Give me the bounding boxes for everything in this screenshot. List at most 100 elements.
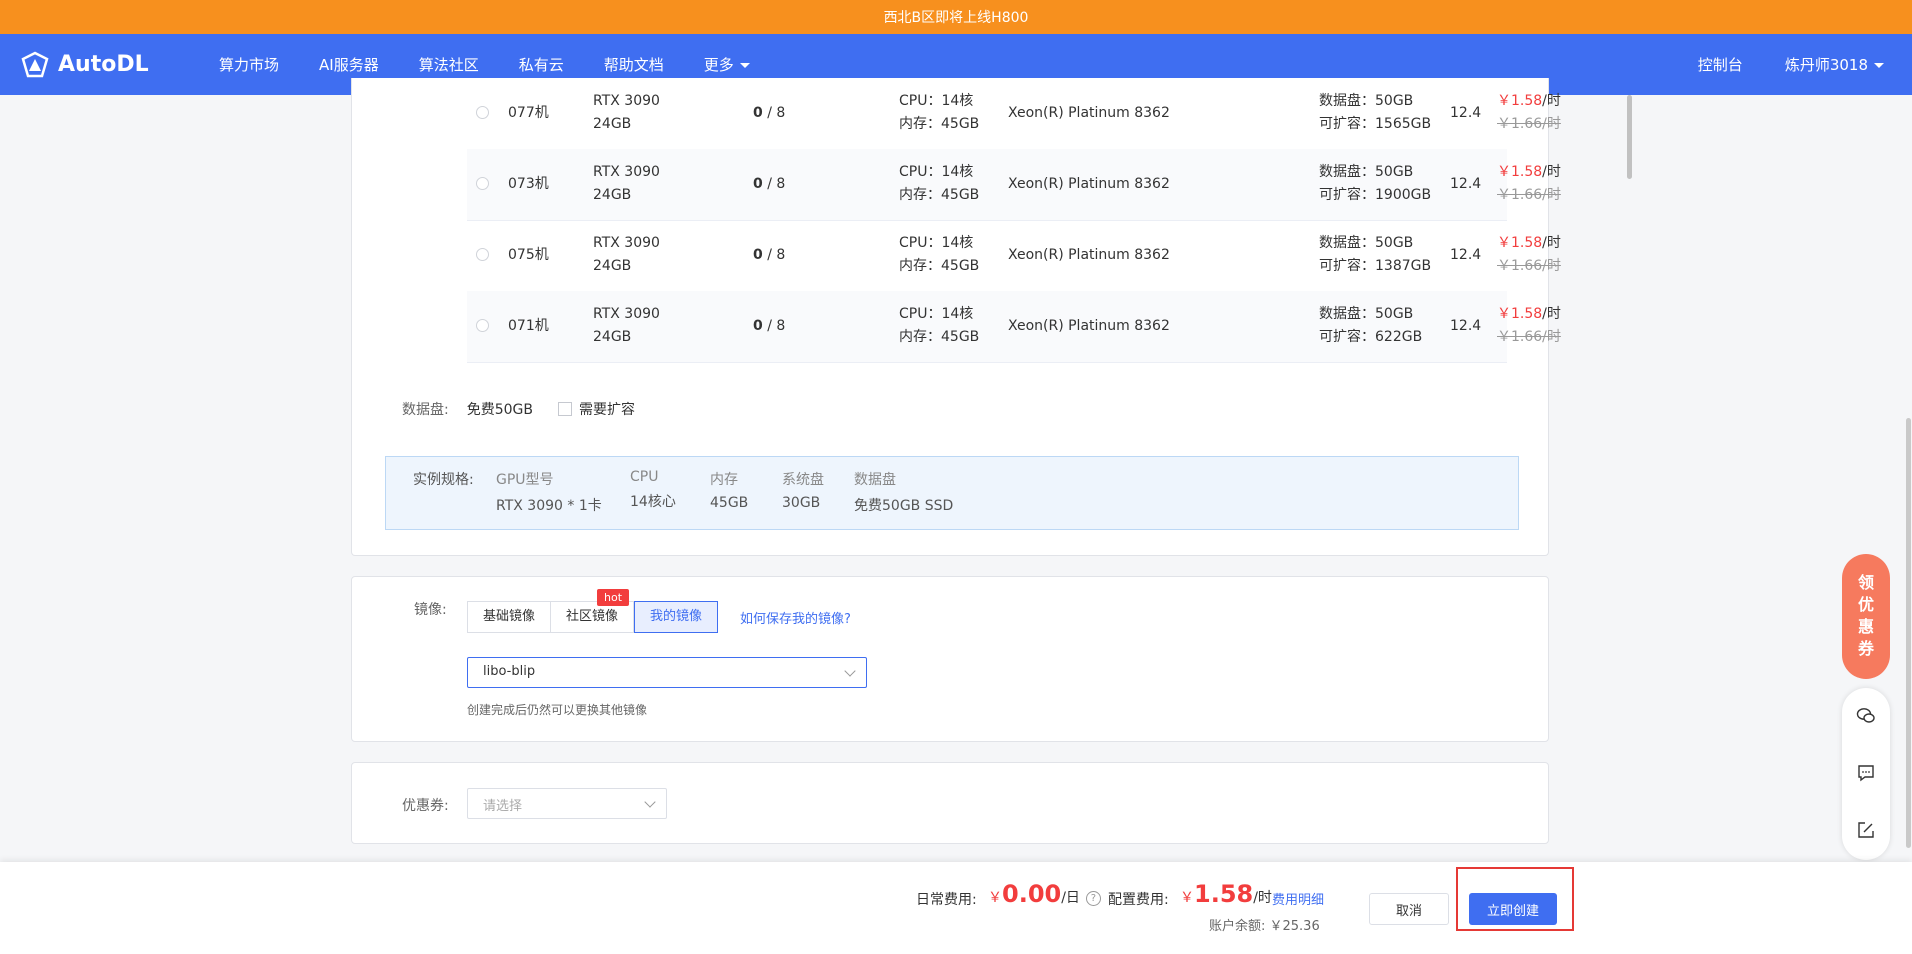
console-link[interactable]: 控制台 (1698, 54, 1743, 75)
memory-size: 内存：45GB (899, 116, 980, 132)
gpu-total-count: / 8 (762, 105, 786, 121)
price-unit: /时 (1542, 164, 1561, 180)
gpu-vram: 24GB (593, 258, 632, 274)
cpu-model: Xeon(R) Platinum 8362 (1008, 247, 1170, 263)
machine-name[interactable]: 073机 (508, 173, 549, 196)
feedback-edit-icon[interactable] (1856, 820, 1876, 840)
machine-radio[interactable] (476, 106, 489, 119)
config-fee-unit: /时 (1253, 890, 1272, 906)
gpu-total-count: / 8 (762, 247, 786, 263)
nav-item-market[interactable]: 算力市场 (219, 54, 279, 75)
tab-base-image[interactable]: 基础镜像 (467, 601, 552, 633)
announcement-banner[interactable]: 西北B区即将上线H800 (0, 0, 1912, 34)
tab-my-image[interactable]: 我的镜像 (634, 601, 719, 633)
fee-detail-link[interactable]: 费用明细 (1272, 889, 1324, 908)
instance-spec-box: 实例规格: GPU型号 RTX 3090 * 1卡 CPU 14核心 内存 45GB … (385, 456, 1519, 530)
mirror-label: 镜像: (414, 602, 447, 618)
machine-radio[interactable] (476, 248, 489, 261)
gpu-free-count: 0 (753, 176, 763, 192)
nav-item-community[interactable]: 算法社区 (419, 54, 479, 75)
config-fee-value: 1.58 (1194, 880, 1254, 908)
cancel-button[interactable]: 取消 (1369, 893, 1449, 925)
table-scrollbar[interactable] (1627, 95, 1632, 179)
image-select-value: libo-blip (483, 664, 536, 679)
wechat-icon[interactable] (1856, 706, 1876, 726)
price-current: ￥1.58 (1497, 306, 1543, 322)
data-disk-row: 数据盘: 免费50GB 需要扩容 (402, 399, 635, 419)
nav-item-more[interactable]: 更多 (704, 54, 750, 75)
data-disk-free: 免费50GB (466, 402, 533, 418)
cuda-version: 12.4 (1450, 176, 1482, 192)
disk-size: 数据盘：50GB (1319, 235, 1414, 251)
spec-memory-value: 45GB (710, 495, 749, 511)
cpu-model: Xeon(R) Platinum 8362 (1008, 176, 1170, 192)
image-select[interactable]: libo-blip (467, 657, 867, 688)
memory-size: 内存：45GB (899, 258, 980, 274)
coupon-select[interactable]: 请选择 (467, 788, 667, 819)
user-menu[interactable]: 炼丹师3018 (1785, 54, 1884, 75)
promo-text: 领优惠券 (1857, 573, 1874, 658)
gpu-model: RTX 3090 (593, 164, 660, 180)
coupon-placeholder: 请选择 (483, 799, 523, 814)
memory-size: 内存：45GB (899, 187, 980, 203)
table-row[interactable]: 077机 RTX 3090 24GB 0 / 8 CPU：14核 内存：45GB X… (467, 78, 1561, 150)
page-scrollbar[interactable] (1906, 418, 1911, 848)
spec-data-disk-header: 数据盘 (854, 472, 896, 488)
disk-info: 数据盘：50GB 可扩容：622GB (1319, 303, 1422, 349)
disk-expandable: 可扩容：1900GB (1319, 187, 1432, 203)
disk-info: 数据盘：50GB 可扩容：1900GB (1319, 161, 1431, 207)
disk-expandable: 可扩容：1387GB (1319, 258, 1432, 274)
nav-item-private-cloud[interactable]: 私有云 (519, 54, 564, 75)
hot-badge: hot (597, 589, 630, 606)
logo[interactable]: AutoDL (20, 34, 149, 95)
logo-text: AutoDL (58, 52, 149, 77)
machine-name[interactable]: 071机 (508, 315, 549, 338)
account-balance: 账户余额: ￥25.36 (1209, 919, 1320, 934)
table-row[interactable]: 075机 RTX 3090 24GB 0 / 8 CPU：14核 内存：45GB X… (467, 220, 1561, 292)
table-row[interactable]: 073机 RTX 3090 24GB 0 / 8 CPU：14核 内存：45GB X… (467, 149, 1561, 221)
nav-more-label: 更多 (703, 56, 734, 74)
machine-table: 077机 RTX 3090 24GB 0 / 8 CPU：14核 内存：45GB X… (467, 93, 1632, 387)
gpu-vram: 24GB (593, 187, 632, 203)
bottom-fee-bar: 日常费用: ￥0.00/日? 配置费用: ￥1.58/时 费用明细 账户余额: … (0, 862, 1912, 954)
create-now-button[interactable]: 立即创建 (1469, 893, 1557, 925)
cuda-version: 12.4 (1450, 105, 1482, 121)
gpu-total-count: / 8 (762, 176, 786, 192)
machine-radio[interactable] (476, 319, 489, 332)
cpu-mem-info: CPU：14核 内存：45GB (899, 232, 979, 278)
disk-size: 数据盘：50GB (1319, 93, 1414, 109)
image-hint: 创建完成后仍然可以更换其他镜像 (467, 703, 648, 717)
help-icon[interactable]: ? (1085, 890, 1101, 906)
spec-system-disk: 系统盘 30GB (782, 469, 824, 511)
data-disk-label: 数据盘: (402, 402, 449, 418)
price-current: ￥1.58 (1497, 235, 1543, 251)
disk-size: 数据盘：50GB (1319, 164, 1414, 180)
how-to-save-image-link[interactable]: 如何保存我的镜像? (740, 608, 851, 627)
cpu-model: Xeon(R) Platinum 8362 (1008, 105, 1170, 121)
coupon-card: 优惠券: 请选择 (351, 762, 1549, 844)
coupon-promo-button[interactable]: 领优惠券 (1842, 554, 1890, 679)
spec-cpu-header: CPU (630, 469, 659, 485)
price-info: ￥1.58/时 ￥1.66/时 (1497, 90, 1561, 136)
price-unit: /时 (1542, 93, 1561, 109)
machine-name[interactable]: 075机 (508, 244, 549, 267)
disk-info: 数据盘：50GB 可扩容：1387GB (1319, 232, 1431, 278)
table-row[interactable]: 071机 RTX 3090 24GB 0 / 8 CPU：14核 内存：45GB X… (467, 291, 1561, 363)
nav-item-docs[interactable]: 帮助文档 (604, 54, 664, 75)
expand-checkbox[interactable] (558, 402, 572, 416)
cpu-cores: CPU：14核 (899, 306, 974, 322)
gpu-vram: 24GB (593, 329, 632, 345)
price-original: ￥1.66/时 (1497, 329, 1561, 345)
machine-radio[interactable] (476, 177, 489, 190)
message-icon[interactable] (1856, 763, 1876, 783)
cuda-version: 12.4 (1450, 247, 1482, 263)
nav-item-ai-server[interactable]: AI服务器 (319, 54, 379, 75)
expand-checkbox-label[interactable]: 需要扩容 (579, 399, 635, 419)
machine-name[interactable]: 077机 (508, 102, 549, 125)
price-current: ￥1.58 (1497, 93, 1543, 109)
price-original: ￥1.66/时 (1497, 187, 1561, 203)
spec-gpu: GPU型号 RTX 3090 * 1卡 (496, 469, 602, 515)
spec-system-disk-header: 系统盘 (782, 472, 824, 488)
gpu-info: RTX 3090 24GB (593, 232, 660, 278)
price-current: ￥1.58 (1497, 164, 1543, 180)
